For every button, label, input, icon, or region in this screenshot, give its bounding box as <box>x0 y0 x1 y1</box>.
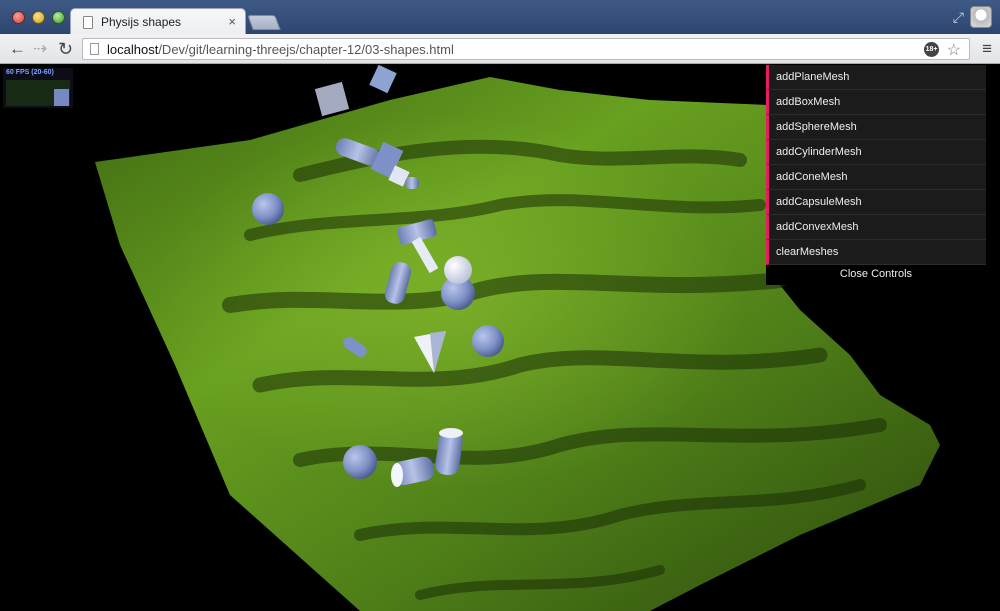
gui-clear-meshes[interactable]: clearMeshes <box>766 240 986 265</box>
fullscreen-icon[interactable]: ⤢ <box>953 9 964 26</box>
gui-add-cone-mesh[interactable]: addConeMesh <box>766 165 986 190</box>
fps-stats-panel[interactable]: 60 FPS (20-60) <box>3 68 73 108</box>
cylinder-cap <box>391 463 403 487</box>
dat-gui-panel: addPlaneMesh addBoxMesh addSphereMesh ad… <box>766 65 986 285</box>
url-path: /Dev/git/learning-threejs/chapter-12/03-… <box>158 42 454 57</box>
tab-close-icon[interactable]: × <box>228 14 236 29</box>
sphere-mesh <box>252 193 284 225</box>
hamburger-menu-icon[interactable]: ≡ <box>982 40 992 58</box>
zoom-window-button[interactable] <box>52 11 65 24</box>
gui-add-plane-mesh[interactable]: addPlaneMesh <box>766 65 986 90</box>
url-text[interactable]: localhost/Dev/git/learning-threejs/chapt… <box>107 42 454 57</box>
forward-arrow-icon[interactable]: ⇢ <box>33 39 47 59</box>
fps-graph <box>6 80 70 106</box>
page-document-icon <box>83 16 93 29</box>
new-tab-button[interactable] <box>247 15 281 30</box>
bookmark-star-icon[interactable]: ☆ <box>947 40 961 60</box>
tab-title: Physijs shapes <box>101 15 182 29</box>
sphere-mesh <box>472 325 504 357</box>
cylinder-mesh <box>405 177 419 189</box>
browser-tab[interactable]: Physijs shapes × <box>70 8 246 35</box>
gui-add-capsule-mesh[interactable]: addCapsuleMesh <box>766 190 986 215</box>
close-window-button[interactable] <box>12 11 25 24</box>
box-mesh <box>369 65 397 94</box>
fps-graph-bar <box>54 89 69 106</box>
profile-avatar-icon[interactable] <box>970 6 992 28</box>
box-mesh <box>314 81 350 117</box>
reload-icon[interactable]: ↻ <box>58 39 73 59</box>
gui-add-box-mesh[interactable]: addBoxMesh <box>766 90 986 115</box>
address-bar[interactable]: localhost/Dev/git/learning-threejs/chapt… <box>82 38 970 60</box>
gui-add-cylinder-mesh[interactable]: addCylinderMesh <box>766 140 986 165</box>
browser-toolbar: ← ⇢ ↻ localhost/Dev/git/learning-threejs… <box>0 34 1000 64</box>
fps-label: 60 FPS (20-60) <box>6 69 54 76</box>
sphere-mesh <box>343 445 377 479</box>
extension-badge-icon[interactable]: 18+ <box>924 42 939 57</box>
sphere-mesh <box>444 256 472 284</box>
gui-add-sphere-mesh[interactable]: addSphereMesh <box>766 115 986 140</box>
window-titlebar: Physijs shapes × ⤢ <box>0 0 1000 35</box>
webgl-viewport[interactable]: 60 FPS (20-60) addPlaneMesh addBoxMesh a… <box>0 65 1000 611</box>
page-info-icon[interactable] <box>90 43 99 55</box>
url-host: localhost <box>107 42 159 57</box>
gui-add-convex-mesh[interactable]: addConvexMesh <box>766 215 986 240</box>
minimize-window-button[interactable] <box>32 11 45 24</box>
cylinder-top <box>439 428 463 438</box>
back-arrow-icon[interactable]: ← <box>9 39 26 59</box>
close-controls-button[interactable]: Close Controls <box>766 265 986 285</box>
